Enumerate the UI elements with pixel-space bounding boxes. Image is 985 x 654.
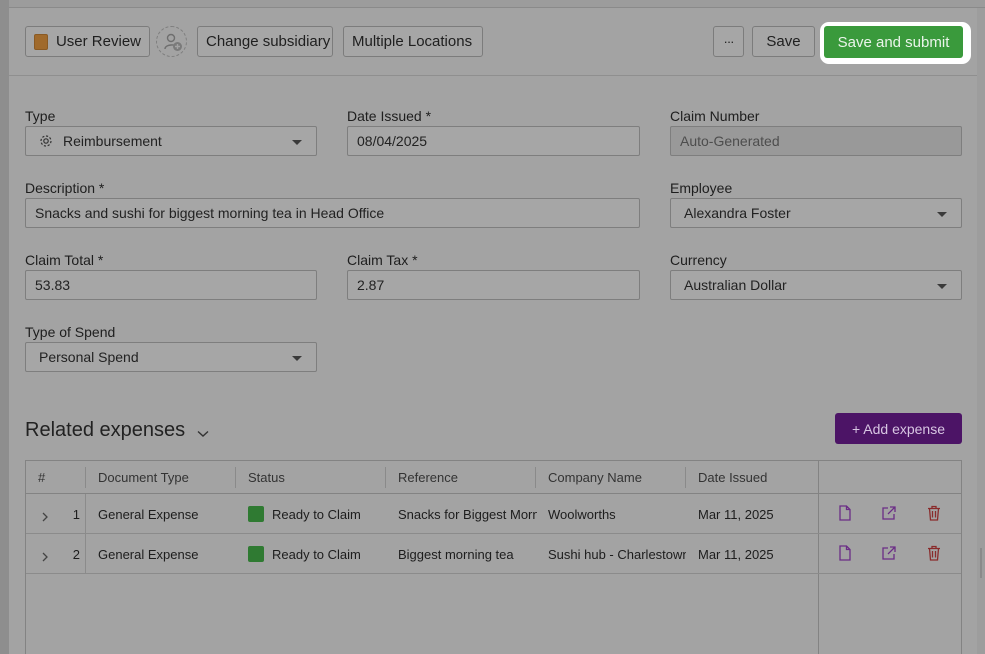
chevron-right-icon[interactable] xyxy=(41,549,49,567)
claim-total-label: Claim Total * xyxy=(25,252,104,268)
backdrop-top: A xyxy=(0,0,985,9)
claim-number-label: Claim Number xyxy=(670,108,760,124)
date-issued-label: Date Issued * xyxy=(347,108,432,124)
more-options-button[interactable]: ··· xyxy=(713,26,744,57)
row-date-issued: Mar 11, 2025 xyxy=(698,506,774,522)
column-header-status[interactable]: Status xyxy=(248,461,285,494)
column-divider xyxy=(235,467,236,488)
add-expense-label: + Add expense xyxy=(851,420,946,437)
description-field[interactable]: Snacks and sushi for biggest morning tea… xyxy=(25,198,640,228)
trash-icon[interactable] xyxy=(927,545,941,566)
type-of-spend-label: Type of Spend xyxy=(25,324,116,340)
row-date-issued: Mar 11, 2025 xyxy=(698,546,774,562)
row-status: Ready to Claim xyxy=(248,494,383,534)
description-value: Snacks and sushi for biggest morning tea… xyxy=(35,205,385,221)
type-label: Type xyxy=(25,108,56,124)
save-button[interactable]: Save xyxy=(752,26,815,57)
save-and-submit-label: Save and submit xyxy=(837,33,950,51)
column-header-number: # xyxy=(38,470,46,485)
claim-number-field: Auto-Generated xyxy=(670,126,962,156)
document-icon[interactable] xyxy=(838,505,852,526)
save-and-submit-button[interactable]: Save and submit xyxy=(824,26,963,58)
status-swatch-icon xyxy=(34,33,48,50)
type-value: Reimbursement xyxy=(63,133,162,149)
column-header-date-issued[interactable]: Date Issued xyxy=(698,461,767,494)
date-issued-field[interactable]: 08/04/2025 xyxy=(347,126,640,156)
column-divider xyxy=(685,467,686,488)
document-icon[interactable] xyxy=(838,545,852,566)
table-row[interactable]: 2 General Expense Ready to Claim Biggest… xyxy=(26,534,961,574)
employee-value: Alexandra Foster xyxy=(684,205,791,221)
related-expenses-table: # Document Type Status Reference Company… xyxy=(25,460,962,654)
gear-icon xyxy=(39,134,53,148)
employee-label: Employee xyxy=(670,180,733,196)
row-status-label: Ready to Claim xyxy=(272,546,361,562)
claim-total-field[interactable]: 53.83 xyxy=(25,270,317,300)
add-approver-button[interactable] xyxy=(156,26,187,57)
user-review-label: User Review xyxy=(55,33,141,50)
currency-value: Australian Dollar xyxy=(684,277,787,293)
chevron-down-icon xyxy=(292,140,302,145)
scroll-grip[interactable] xyxy=(980,548,982,578)
related-expenses-title: Related expenses xyxy=(25,419,186,441)
row-company-name: Sushi hub - Charlestown xyxy=(548,546,686,562)
currency-select[interactable]: Australian Dollar xyxy=(670,270,962,300)
scroll-strip xyxy=(977,8,985,654)
type-of-spend-value: Personal Spend xyxy=(39,349,139,365)
user-review-button[interactable]: User Review xyxy=(25,26,150,57)
row-number: 2 xyxy=(72,546,80,562)
column-header-reference[interactable]: Reference xyxy=(398,461,458,494)
ellipsis-icon: ··· xyxy=(723,34,735,49)
chevron-down-icon xyxy=(937,284,947,289)
employee-select[interactable]: Alexandra Foster xyxy=(670,198,962,228)
claim-tax-field[interactable]: 2.87 xyxy=(347,270,640,300)
chevron-down-icon xyxy=(937,212,947,217)
claim-tax-label: Claim Tax * xyxy=(347,252,418,268)
row-company-name: Woolworths xyxy=(548,506,616,522)
column-header-company-name[interactable]: Company Name xyxy=(548,461,642,494)
row-document-type: General Expense xyxy=(98,506,199,522)
change-subsidiary-label: Change subsidiary xyxy=(206,33,331,50)
backdrop-left xyxy=(0,0,9,654)
related-expenses-toggle[interactable]: Related expenses xyxy=(25,417,209,444)
chevron-down-icon xyxy=(292,356,302,361)
column-header-document-type[interactable]: Document Type xyxy=(98,461,189,494)
chevron-right-icon[interactable] xyxy=(41,509,49,527)
trash-icon[interactable] xyxy=(927,505,941,526)
column-divider xyxy=(535,467,536,488)
claim-tax-value: 2.87 xyxy=(357,277,385,293)
modal-header: User Review Change subsidiary Multiple L… xyxy=(9,8,977,76)
type-of-spend-select[interactable]: Personal Spend xyxy=(25,342,317,372)
open-external-icon[interactable] xyxy=(881,505,897,526)
chevron-down-icon xyxy=(197,421,209,444)
description-label: Description * xyxy=(25,180,105,196)
multiple-locations-label: Multiple Locations xyxy=(352,33,473,50)
add-expense-button[interactable]: + Add expense xyxy=(835,413,962,444)
row-reference: Biggest morning tea xyxy=(398,546,514,562)
row-status: Ready to Claim xyxy=(248,534,383,574)
type-select[interactable]: Reimbursement xyxy=(25,126,317,156)
claim-modal: User Review Change subsidiary Multiple L… xyxy=(9,8,977,654)
status-swatch-icon xyxy=(248,506,264,522)
save-label: Save xyxy=(766,33,801,50)
claim-total-value: 53.83 xyxy=(35,277,71,293)
column-divider xyxy=(85,467,86,488)
add-user-icon xyxy=(164,33,182,51)
date-issued-value: 08/04/2025 xyxy=(357,133,428,149)
claim-number-value: Auto-Generated xyxy=(680,133,780,149)
table-row[interactable]: 1 General Expense Ready to Claim Snacks … xyxy=(26,494,961,534)
open-external-icon[interactable] xyxy=(881,545,897,566)
row-document-type: General Expense xyxy=(98,546,199,562)
multiple-locations-button[interactable]: Multiple Locations xyxy=(343,26,483,57)
change-subsidiary-button[interactable]: Change subsidiary xyxy=(197,26,333,57)
column-divider xyxy=(385,467,386,488)
row-reference: Snacks for Biggest Morn xyxy=(398,506,537,522)
status-swatch-icon xyxy=(248,546,264,562)
table-header: # Document Type Status Reference Company… xyxy=(26,461,961,494)
row-status-label: Ready to Claim xyxy=(272,506,361,522)
row-number: 1 xyxy=(72,506,80,522)
currency-label: Currency xyxy=(670,252,727,268)
